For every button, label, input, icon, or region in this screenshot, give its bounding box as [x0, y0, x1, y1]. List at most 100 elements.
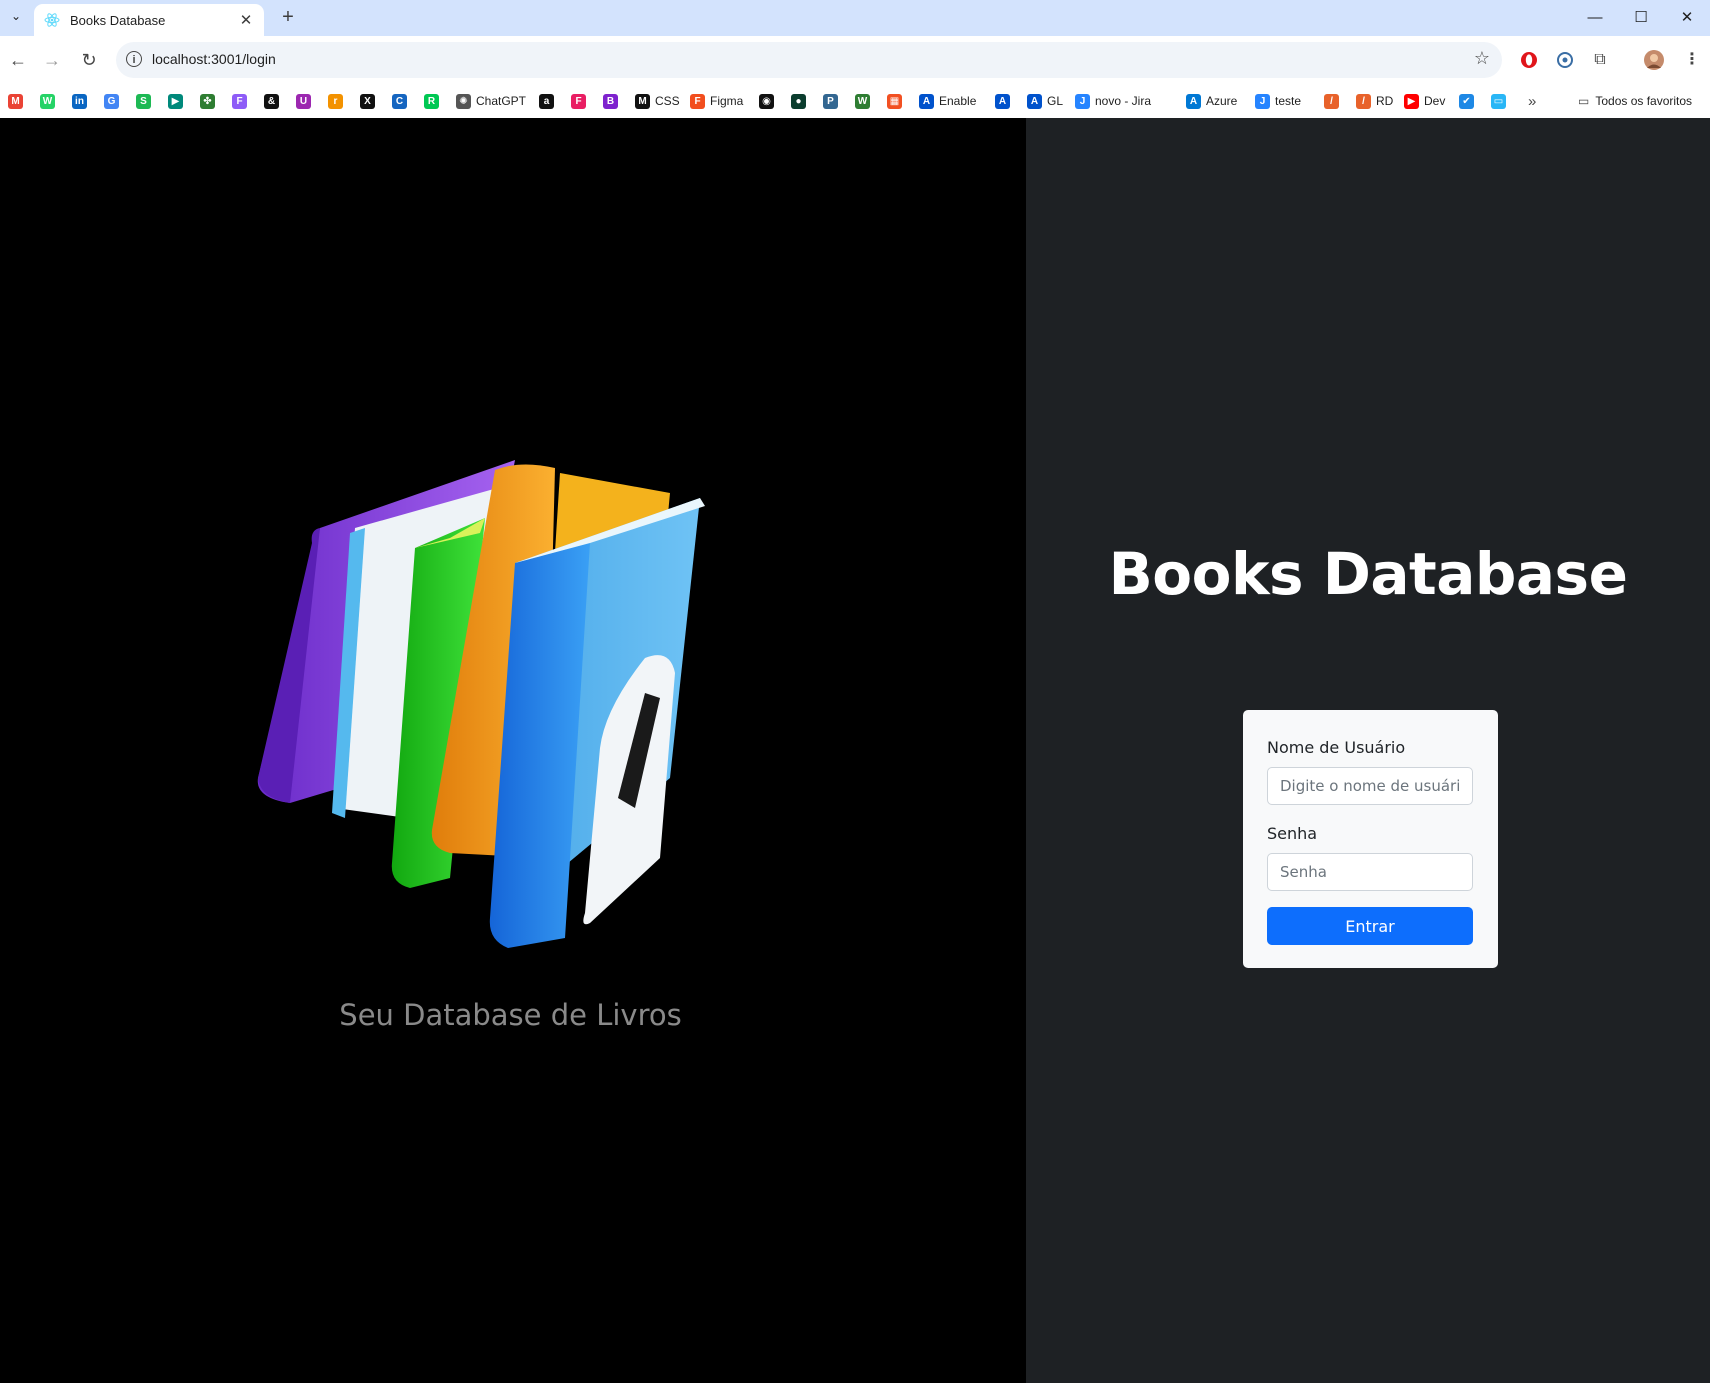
bookmark-label: Figma	[710, 94, 744, 108]
password-label: Senha	[1267, 824, 1318, 843]
spotify-icon: S	[136, 93, 151, 109]
hero-pane: Seu Database de Livros	[0, 118, 1026, 1383]
all-bookmarks-label: Todos os favoritos	[1595, 94, 1693, 108]
react-icon	[44, 13, 60, 27]
bookmark-label: GL	[1047, 94, 1064, 108]
tab-search-button[interactable]: ⌄	[6, 6, 26, 26]
c-icon: C	[392, 93, 407, 109]
microsoft-icon: ▦	[887, 93, 902, 109]
bookmark-item[interactable]: ✤	[200, 93, 220, 109]
bookmark-item[interactable]: A	[995, 93, 1015, 109]
bookmark-item[interactable]: ✔	[1459, 93, 1479, 109]
extension-icon[interactable]	[1553, 48, 1577, 72]
b-icon: B	[603, 93, 618, 109]
bookmark-item[interactable]: / RD	[1356, 93, 1393, 109]
bookmark-star-icon[interactable]: ☆	[1474, 48, 1490, 69]
login-pane: Books Database Nome de Usuário Senha Ent…	[1026, 118, 1710, 1383]
bookmark-item[interactable]: M CSS	[635, 93, 680, 109]
bookmark-label: Enable	[939, 94, 977, 108]
bookmark-item[interactable]: P	[823, 93, 843, 109]
url-text[interactable]: localhost:3001/login	[152, 51, 276, 67]
close-tab-icon[interactable]: ✕	[236, 11, 256, 29]
bookmark-item[interactable]: ▶ Dev	[1404, 93, 1445, 109]
bookmark-label: teste	[1275, 94, 1302, 108]
bookmark-item[interactable]: B	[603, 93, 623, 109]
check-icon: ✔	[1459, 93, 1474, 109]
browser-menu-icon[interactable]: ⋮	[1680, 48, 1704, 72]
bookmark-item[interactable]: &	[264, 93, 284, 109]
x-icon: X	[360, 93, 375, 109]
bookmark-item[interactable]: A Azure	[1186, 93, 1237, 109]
css-icon: M	[635, 93, 650, 109]
a-icon: a	[539, 93, 554, 109]
reload-icon[interactable]: ↻	[77, 48, 101, 72]
bookmark-item[interactable]: R	[424, 93, 444, 109]
profile-avatar[interactable]	[1642, 48, 1666, 72]
address-bar[interactable]: i localhost:3001/login ☆	[116, 42, 1502, 78]
bookmark-item[interactable]: ◉	[759, 93, 779, 109]
atlassian-icon: A	[1027, 93, 1042, 109]
clover-icon: ✤	[200, 93, 215, 109]
active-tab[interactable]: Books Database ✕	[34, 4, 264, 36]
bookmark-item[interactable]: M	[8, 93, 28, 109]
page-title: Books Database	[1108, 540, 1628, 608]
bookmark-item[interactable]: F	[232, 93, 252, 109]
bookmark-item[interactable]: G	[104, 93, 124, 109]
bookmark-item[interactable]: F Figma	[690, 93, 743, 109]
bookmark-item[interactable]: A Enable	[919, 93, 976, 109]
close-window-icon[interactable]: ✕	[1664, 0, 1710, 34]
hero-tagline: Seu Database de Livros	[339, 998, 682, 1032]
more-bookmarks-icon[interactable]: »	[1528, 93, 1536, 110]
bookmark-item[interactable]: ▶	[168, 93, 188, 109]
window-controls: — ☐ ✕	[1572, 0, 1710, 34]
password-input[interactable]	[1267, 853, 1473, 891]
bookmark-item[interactable]: ●	[791, 93, 811, 109]
chevron-down-icon: ⌄	[10, 9, 22, 23]
whatsapp-icon: W	[40, 93, 55, 109]
jira-icon: J	[1255, 93, 1270, 109]
bookmark-item[interactable]: Jteste	[1255, 93, 1301, 109]
bookmark-item[interactable]: W	[40, 93, 60, 109]
bookmark-label: novo - Jira	[1095, 94, 1152, 108]
maximize-icon[interactable]: ☐	[1618, 0, 1664, 34]
login-form: Nome de Usuário Senha Entrar	[1243, 710, 1498, 968]
rc-icon: R	[424, 93, 439, 109]
figma-icon: F	[690, 93, 705, 109]
books-illustration	[257, 460, 705, 948]
username-input[interactable]	[1267, 767, 1473, 805]
bookmark-item[interactable]: U	[296, 93, 316, 109]
bookmarks-bar: M Win G S ▶ ✤ F & Ur X C R ✺ ChatGPT a F B M CSS F Figma ◉ ● P W…	[0, 84, 1710, 119]
bookmark-item[interactable]: a	[539, 93, 559, 109]
bookmark-item[interactable]: ✺ ChatGPT	[456, 93, 526, 109]
back-icon[interactable]: ←	[6, 48, 30, 72]
bookmark-item[interactable]: C	[392, 93, 412, 109]
bookmark-item[interactable]: ▭	[1491, 93, 1511, 109]
bookmark-item[interactable]: ▦	[887, 93, 907, 109]
u-icon: U	[296, 93, 311, 109]
bookmark-item[interactable]: W	[855, 93, 875, 109]
linkedin-icon: in	[72, 93, 87, 109]
new-tab-button[interactable]: +	[278, 6, 298, 29]
meet-icon: ▶	[168, 93, 183, 109]
browser-toolbar: ← → ↻ i localhost:3001/login ☆ ⧉ ⋮	[0, 36, 1710, 84]
extensions-puzzle-icon[interactable]: ⧉	[1588, 48, 1612, 72]
bookmark-item[interactable]: X	[360, 93, 380, 109]
bookmark-item[interactable]: S	[136, 93, 156, 109]
bookmark-item[interactable]: /	[1324, 93, 1344, 109]
bookmark-label: CSS	[655, 94, 680, 108]
forward-icon[interactable]: →	[40, 48, 64, 72]
screen-icon: ▭	[1491, 93, 1506, 109]
login-button[interactable]: Entrar	[1267, 907, 1473, 945]
opera-extension-icon[interactable]	[1517, 48, 1541, 72]
github-icon: ◉	[759, 93, 774, 109]
bookmark-item[interactable]: r	[328, 93, 348, 109]
atlassian-icon: A	[995, 93, 1010, 109]
bookmark-item[interactable]: Jnovo - Jira	[1075, 93, 1151, 109]
minimize-icon[interactable]: —	[1572, 0, 1618, 34]
jira-icon: J	[1075, 93, 1090, 109]
all-bookmarks-folder[interactable]: ▭ Todos os favoritos	[1578, 93, 1692, 109]
bookmark-item[interactable]: A GL	[1027, 93, 1063, 109]
site-info-icon[interactable]: i	[126, 51, 142, 67]
bookmark-item[interactable]: in	[72, 93, 92, 109]
bookmark-item[interactable]: F	[571, 93, 591, 109]
